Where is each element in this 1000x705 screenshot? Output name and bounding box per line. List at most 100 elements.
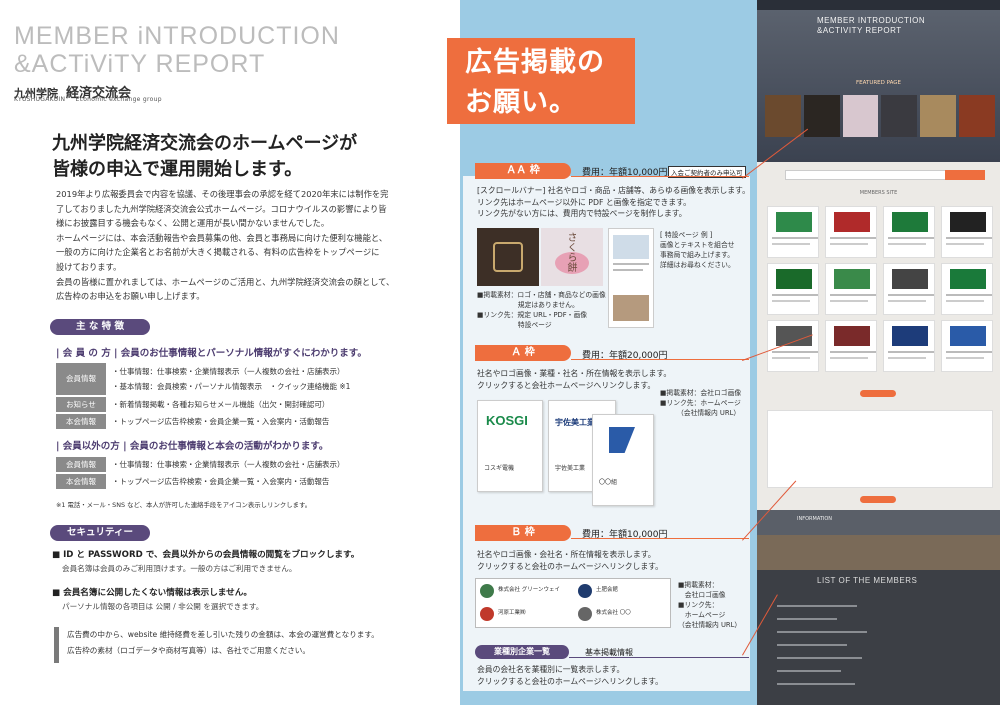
left-column: MEMBER iNTRODUCTION &ACTiViTY REPORT 九州学… [0, 0, 460, 705]
banner-item [959, 95, 995, 137]
logo-tile [941, 320, 993, 372]
intro-line: 設けております。 [56, 261, 122, 272]
row-label: 会員情報 [56, 457, 106, 472]
headline: 九州学院経済交流会のホームページが 皆様の申込で運用開始します。 [52, 131, 357, 183]
website-mockup: MEMBER INTRODUCTION &ACTIVITY REPORT FEA… [757, 0, 1000, 705]
table-row: お知らせ ・新着情報掲載・各種お知らせメール機能（出欠・開封確認可） [56, 397, 416, 412]
company-logo-icon [480, 584, 494, 598]
intro-line: 様にお披露目する機会もなく、公開と運用が長い間かないませんでした。 [56, 218, 330, 229]
card-name: コスギ電機 [484, 465, 515, 472]
card-name: 〇〇組 [599, 479, 618, 486]
members-heading: | 会 員 の 方 | 会員のお仕事情報とパーソナル情報がすぐにわかります。 [56, 348, 367, 359]
desc-line: リンク先がない方には、費用内で特設ページを制作します。 [477, 209, 687, 218]
material-line: ■掲載素材：ロゴ・店舗・商品などの画像 [477, 291, 606, 299]
desc-line: [スクロールバナー] 社名やロゴ・商品・店舗等、あらゆる画像を表示します。 [477, 186, 750, 195]
brand-line-2: &ACTiViTY REPORT [14, 50, 266, 78]
special-page-example [608, 228, 654, 328]
list-row [777, 657, 862, 659]
brand-sub: KYUSHUGAKUIN Economic exchange group [14, 96, 170, 103]
material-line: （会社情報内 URL） [678, 621, 742, 629]
list-row [777, 618, 837, 620]
footnote: ※1 電話・メール・SNS など、本人が許可した連絡手段をアイコン表示しリンクし… [56, 501, 312, 509]
featured-label: FEATURED PAGE [855, 80, 901, 86]
desc-line: 社名やロゴ画像・会社名・所在情報を表示します。 [477, 550, 656, 559]
intro-line: 了しておりました九州学院経済交流会公式ホームページ。コロナウイルスの影響により皆 [56, 203, 387, 214]
logo-tile [825, 206, 877, 258]
category-list-label: 業種別企業一覧 [475, 645, 569, 659]
material-line: 規定はありません。 [477, 301, 579, 309]
logo-tile [941, 263, 993, 315]
tier-a-material: ■掲載素材：会社ロゴ画像 ■リンク先：ホームページ （会社情報内 URL） [660, 388, 741, 418]
material-line: 特設ページ [477, 321, 552, 329]
tier-aa-desc: [スクロールバナー] 社名やロゴ・商品・店舗等、あらゆる画像を表示します。 リン… [477, 185, 750, 220]
tier-b-desc: 社名やロゴ画像・会社名・所在情報を表示します。 クリックすると会社のホームページ… [477, 549, 663, 572]
more-button [860, 496, 896, 503]
list-row [777, 644, 847, 646]
site-search [785, 170, 985, 180]
features-pill: 主 な 特 徴 [50, 319, 150, 335]
category-desc: 会員の会社名を業種別に一覧表示します。 クリックすると会社のホームページへリンク… [477, 664, 663, 687]
logo-tile [883, 206, 935, 258]
logo-tile [883, 263, 935, 315]
list-item: 株式会社 〇〇 [596, 610, 631, 616]
security-point-2: ■ 会員名簿に公開したくない情報は表示しません。 [52, 588, 252, 598]
list-row [777, 605, 857, 607]
footer-line-1: 広告費の中から、website 維持経費を差し引いた残りの金額は、本会の運営費と… [67, 630, 379, 639]
members-site-label: MEMBERS SITE [859, 190, 898, 196]
brand-line-1: MEMBER iNTRODUCTION [14, 22, 340, 50]
table-row: 本会情報 ・トップページ広告枠検索・会員企業一覧・入会案内・活動報告 [56, 474, 416, 489]
site-topbar [757, 0, 1000, 10]
site-title-line-1: MEMBER INTRODUCTION [817, 16, 926, 25]
banner-item [920, 95, 957, 137]
member-logo-grid [767, 206, 993, 372]
logo-tile [825, 263, 877, 315]
list-row [777, 683, 855, 685]
security-desc-1: 会員名簿は会員のみご利用頂けます。一般の方はご利用できません。 [62, 564, 297, 573]
page-photo-icon [613, 295, 649, 321]
note-line: 事務局で組み上げます。 [660, 251, 735, 259]
row-value: ・基本情報：会員検索・パーソナル情報表示 ・クイック連絡機能 ※1 [112, 382, 351, 391]
b-list-panel [767, 410, 993, 488]
row-label: 本会情報 [56, 474, 106, 489]
row-value: ・新着情報掲載・各種お知らせメール機能（出欠・開封確認可） [112, 400, 330, 409]
special-page-note: [ 特設ページ 例 ] 画像とテキストを組合せ 事務局で組み上げます。 詳細はお… [660, 230, 735, 270]
b-sample-list: 株式会社 グリーンウェイ 土肥会館 河原工業㈱ 株式会社 〇〇 [475, 578, 671, 628]
info-label: INFORMATION [797, 516, 833, 522]
note-line: [ 特設ページ 例 ] [660, 231, 713, 239]
ad-photo-store [477, 228, 539, 286]
row-value: ・仕事情報：仕事検索・企業情報表示（一人複数の会社・店舗表示） [112, 367, 345, 376]
logo-tile [825, 320, 877, 372]
ad-photo-sweets: さくら餅 [541, 228, 603, 286]
intro-text: 2019年より広報委員会で内容を協議、その後理事会の承認を経て2020年末には制… [56, 187, 416, 304]
intro-line: 一般の方に向けた企業名とお名前が大きく掲載される、有料の広告枠をトップページに [56, 247, 380, 258]
logo-tile [883, 320, 935, 372]
others-table: 会員情報 ・仕事情報：仕事検索・企業情報表示（一人複数の会社・店舗表示） 本会情… [56, 457, 416, 491]
material-line: ■リンク先： [678, 601, 719, 609]
list-item: 河原工業㈱ [498, 610, 526, 616]
intro-line: 会員の皆様に置かれましては、ホームページのご活用と、九州学院経済交流会の顔として… [56, 276, 395, 287]
footer-note: 広告費の中から、website 維持経費を差し引いた残りの金額は、本会の運営費と… [54, 627, 424, 663]
divider [569, 657, 749, 658]
desc-line: クリックすると会社のホームページへリンクします。 [477, 561, 663, 571]
material-line: ■リンク先：ホームページ [660, 399, 741, 407]
row-value: ・トップページ広告枠検索・会員企業一覧・入会案内・活動報告 [112, 477, 330, 486]
headline-line-1: 九州学院経済交流会のホームページが [52, 133, 358, 154]
desc-line: 社名やロゴ画像・業種・社名・所在情報を表示します。 [477, 369, 672, 378]
table-row: 会員情報 ・仕事情報：仕事検索・企業情報表示（一人複数の会社・店舗表示） ・基本… [56, 363, 416, 395]
sweets-text: さくら餅 [565, 232, 576, 272]
material-line: ■掲載素材： [678, 581, 719, 589]
site-title-line-2: &ACTIVITY REPORT [817, 26, 902, 35]
brand-school-en: KYUSHUGAKUIN [14, 96, 66, 103]
featured-strip [765, 95, 995, 137]
security-pill: セキュリティー [50, 525, 150, 541]
company-logo-icon [480, 607, 494, 621]
divider [571, 359, 749, 360]
tier-aa-material: ■掲載素材：ロゴ・店舗・商品などの画像 規定はありません。 ■リンク先：規定 U… [477, 290, 606, 330]
company-logo-icon [578, 584, 592, 598]
kosgi-logo: KOSGI [486, 413, 528, 428]
ad-title-line-1: 広告掲載の [465, 47, 605, 78]
usami-logo: 宇佐美工業 [555, 418, 595, 427]
material-line: （会社情報内 URL） [660, 409, 741, 417]
row-value: ・仕事情報：仕事検索・企業情報表示（一人複数の会社・店舗表示） [112, 460, 345, 469]
desc-line: クリックすると会社のホームページへリンクします。 [477, 676, 663, 686]
